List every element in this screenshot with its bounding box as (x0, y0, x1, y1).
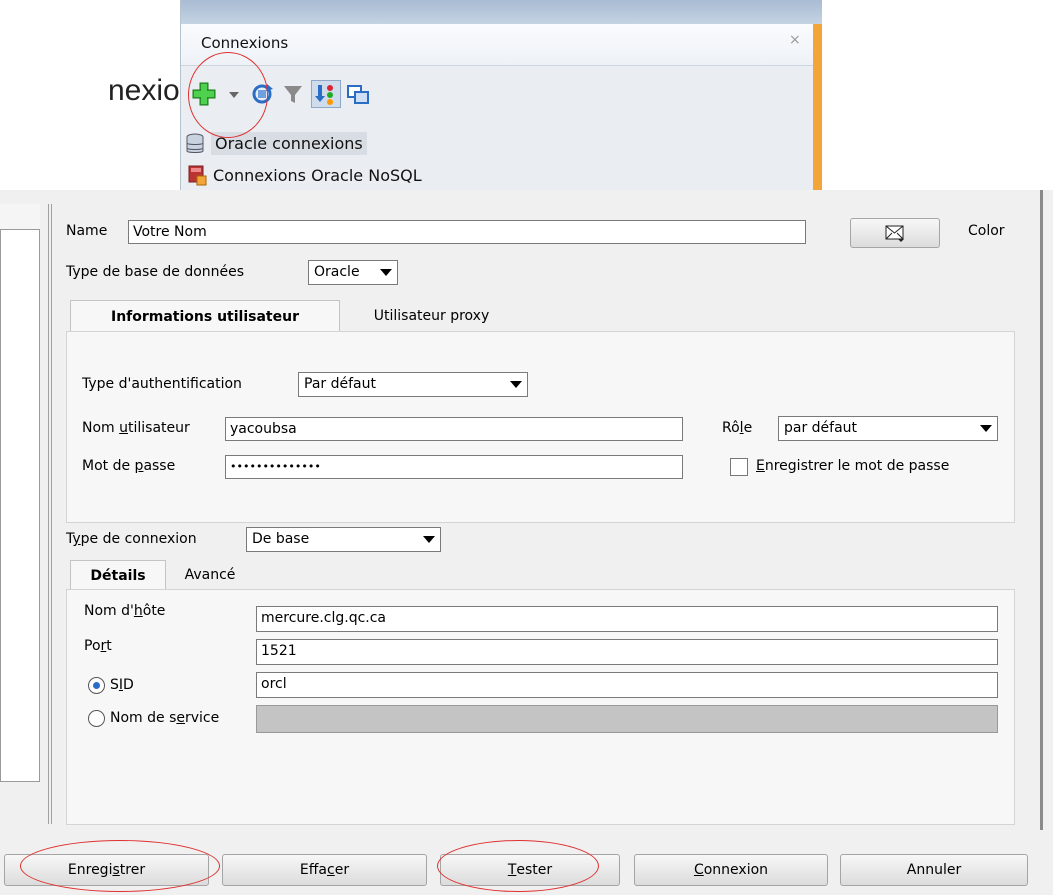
auth-type-select[interactable]: Par défaut (298, 372, 528, 397)
chevron-down-icon (423, 536, 435, 543)
refresh-icon (252, 84, 273, 104)
windows-icon (347, 85, 369, 104)
tab-proxy-user[interactable]: Utilisateur proxy (344, 300, 519, 332)
panel-title-bar (181, 0, 822, 24)
service-name-radio[interactable] (88, 710, 105, 727)
database-icon (186, 133, 204, 153)
username-input[interactable]: yacoubsa (225, 417, 683, 441)
auth-type-label: Type d'authentification (82, 376, 242, 392)
add-icon (192, 82, 216, 106)
username-label: Nom utilisateur (82, 420, 190, 436)
tab-advanced[interactable]: Avancé (168, 560, 252, 590)
role-select[interactable]: par défaut (778, 416, 998, 441)
collapse-button[interactable] (345, 80, 373, 108)
connect-button[interactable]: Connexion (634, 854, 828, 886)
hostname-label: Nom d'hôte (84, 603, 166, 619)
clear-button[interactable]: Effa c er (222, 854, 427, 886)
name-label: Name (66, 223, 108, 239)
port-label: Port (84, 638, 112, 654)
db-type-value: Oracle (314, 264, 360, 280)
chevron-down-icon (980, 425, 992, 432)
refresh-button[interactable] (249, 80, 277, 108)
save-button[interactable]: Enregi s trer (4, 854, 209, 886)
auth-type-value: Par défaut (304, 376, 376, 392)
sid-label: SID (110, 677, 134, 693)
test-button[interactable]: Tester (440, 854, 620, 886)
new-connection-dropdown[interactable] (225, 80, 245, 108)
password-label: Mot de passe (82, 458, 176, 474)
conn-type-select[interactable]: De base (246, 527, 441, 552)
connection-list-header (0, 204, 40, 230)
tree-item-label: Oracle connexions (211, 132, 367, 155)
color-button[interactable] (850, 218, 940, 248)
filter-icon (284, 86, 302, 103)
tree-item-oracle-connections[interactable]: Oracle connexions (185, 132, 367, 155)
hostname-input[interactable]: mercure.clg.qc.ca (256, 606, 998, 632)
splitter[interactable] (48, 204, 52, 824)
chevron-down-icon (510, 381, 522, 388)
new-connection-dialog: Name Votre Nom Color Type de base de don… (0, 190, 1053, 895)
tree-item-nosql-connections[interactable]: Connexions Oracle NoSQL (187, 164, 422, 186)
tab-details[interactable]: Détails (70, 560, 166, 590)
sid-radio[interactable] (88, 677, 105, 694)
dialog-right-edge (1040, 190, 1043, 830)
tab-label: Avancé (184, 567, 236, 583)
envelope-icon (885, 225, 904, 242)
save-password-checkbox[interactable] (730, 458, 748, 476)
schema-browser-button[interactable] (311, 80, 341, 108)
nosql-database-icon (188, 165, 207, 186)
chevron-down-icon (229, 92, 239, 98)
radio-dot (93, 682, 100, 689)
new-connection-button[interactable] (189, 80, 223, 108)
connection-list[interactable] (0, 204, 40, 782)
db-type-label: Type de base de données (66, 264, 245, 280)
name-input[interactable]: Votre Nom (128, 220, 806, 244)
connections-panel-title: Connexions (201, 34, 289, 52)
tab-label: Utilisateur proxy (373, 308, 490, 324)
filter-button[interactable] (281, 80, 307, 108)
service-name-input[interactable] (256, 705, 998, 733)
sort-icon (315, 85, 333, 105)
panel-edge (813, 24, 822, 197)
connections-panel: Connexions × Oracle connexions Connexion… (180, 0, 822, 197)
close-icon[interactable]: × (789, 32, 801, 48)
service-name-label: Nom de service (110, 710, 220, 726)
chevron-down-icon (380, 269, 392, 276)
tree-item-label: Connexions Oracle NoSQL (213, 165, 422, 185)
tab-label: Informations utilisateur (110, 308, 299, 325)
conn-type-value: De base (252, 531, 310, 547)
save-password-label: Enregistrer le mot de passe (756, 458, 950, 474)
port-input[interactable]: 1521 (256, 639, 998, 665)
cancel-button[interactable]: Annuler (840, 854, 1028, 886)
role-label: Rôle (722, 420, 753, 436)
db-type-select[interactable]: Oracle (308, 260, 398, 285)
conn-type-label: Type de connexion (66, 531, 197, 547)
password-input[interactable]: •••••••••••••• (225, 455, 683, 479)
sid-input[interactable]: orcl (256, 672, 998, 698)
color-label: Color (968, 223, 1005, 239)
role-value: par défaut (784, 420, 858, 436)
tab-label: Détails (90, 567, 146, 584)
tab-user-info[interactable]: Informations utilisateur (70, 300, 340, 332)
